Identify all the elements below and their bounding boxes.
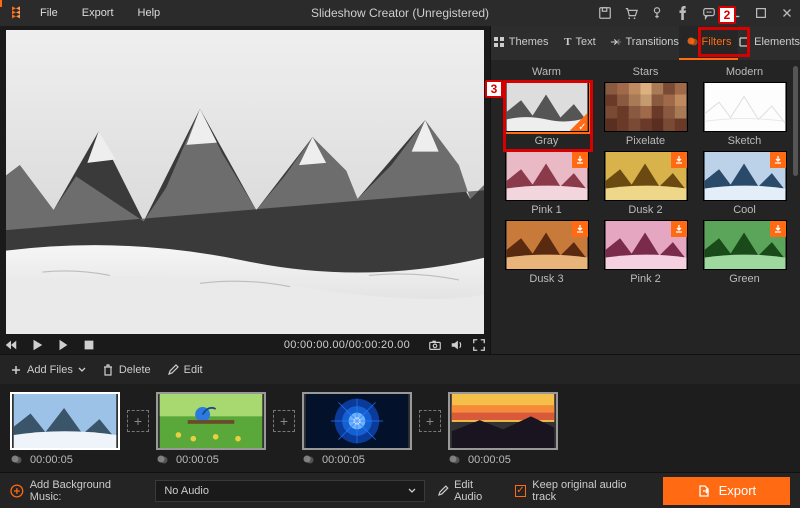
stop-icon[interactable] xyxy=(82,338,96,352)
filter-pink-2[interactable] xyxy=(604,220,688,270)
tab-themes[interactable]: Themes xyxy=(491,26,550,60)
filter-label: Green xyxy=(729,273,760,285)
app-logo-icon xyxy=(8,5,24,21)
key-icon[interactable] xyxy=(650,6,664,20)
keep-original-audio-checkbox[interactable]: ✓ Keep original audio track xyxy=(515,479,651,503)
timeline-clip[interactable]: 00:00:05 xyxy=(302,392,412,466)
filter-applied-icon xyxy=(156,454,168,466)
filter-label: Dusk 2 xyxy=(628,204,662,216)
filter-dusk-2[interactable] xyxy=(604,151,688,201)
callout-number-2: 2 xyxy=(718,6,736,24)
filter-applied-icon xyxy=(448,454,460,466)
timeline-clip[interactable]: 00:00:05 xyxy=(448,392,558,466)
filter-green[interactable] xyxy=(703,220,787,270)
callout-number-3: 3 xyxy=(485,80,503,98)
filter-gray[interactable] xyxy=(505,82,589,132)
timeline-clip[interactable]: 00:00:05 xyxy=(10,392,120,466)
rewind-icon[interactable] xyxy=(4,338,18,352)
close-icon[interactable] xyxy=(780,6,794,20)
timeline-clip[interactable]: 00:00:05 xyxy=(156,392,266,466)
side-panel: Themes TText Transitions Filters Element… xyxy=(490,26,800,354)
volume-icon[interactable] xyxy=(450,338,464,352)
facebook-icon[interactable] xyxy=(676,6,690,20)
window-title: Slideshow Creator (Unregistered) xyxy=(311,6,489,20)
filter-label: Modern xyxy=(701,66,788,78)
menu-help[interactable]: Help xyxy=(128,5,171,21)
audio-select[interactable]: No Audio xyxy=(155,480,425,502)
filter-label: Cool xyxy=(733,204,756,216)
filter-label: Stars xyxy=(602,66,689,78)
filter-label: Gray xyxy=(535,135,559,147)
chevron-down-icon xyxy=(408,487,416,495)
filter-label: Warm xyxy=(503,66,590,78)
main-menu: File Export Help xyxy=(30,5,170,21)
filter-pixelate[interactable] xyxy=(604,82,688,132)
filter-label: Pink 2 xyxy=(630,273,661,285)
tab-elements[interactable]: Elements xyxy=(738,26,800,60)
filter-dusk-3[interactable] xyxy=(505,220,589,270)
filter-cool[interactable] xyxy=(703,151,787,201)
filter-applied-icon xyxy=(10,454,22,466)
menu-file[interactable]: File xyxy=(30,5,68,21)
snapshot-icon[interactable] xyxy=(428,338,442,352)
play-icon[interactable] xyxy=(56,338,70,352)
filter-label: Sketch xyxy=(728,135,762,147)
timecode: 00:00:00.00/00:00:20.00 xyxy=(284,339,410,351)
filter-label: Pink 1 xyxy=(531,204,562,216)
feedback-icon[interactable] xyxy=(702,6,716,20)
filter-label: Dusk 3 xyxy=(529,273,563,285)
clip-duration: 00:00:05 xyxy=(176,454,219,466)
tab-filters[interactable]: Filters xyxy=(679,26,738,60)
transition-slot[interactable]: + xyxy=(126,392,150,450)
chevron-down-icon xyxy=(78,366,86,374)
clip-duration: 00:00:05 xyxy=(322,454,365,466)
tab-transitions[interactable]: Transitions xyxy=(610,26,679,60)
save-icon[interactable] xyxy=(598,6,612,20)
play-preview-icon[interactable] xyxy=(30,338,44,352)
timeline-toolbar: Add Files Delete Edit xyxy=(0,354,800,384)
tab-text[interactable]: TText xyxy=(550,26,609,60)
edit-button[interactable]: Edit xyxy=(167,364,203,376)
cart-icon[interactable] xyxy=(624,6,638,20)
player-controls: 00:00:00.00/00:00:20.00 xyxy=(0,334,490,354)
delete-button[interactable]: Delete xyxy=(102,364,151,376)
filter-label: Pixelate xyxy=(626,135,665,147)
preview-viewport[interactable] xyxy=(6,30,484,334)
menu-export[interactable]: Export xyxy=(72,5,124,21)
filter-pink-1[interactable] xyxy=(505,151,589,201)
clip-duration: 00:00:05 xyxy=(30,454,73,466)
add-files-button[interactable]: Add Files xyxy=(10,364,86,376)
maximize-icon[interactable] xyxy=(754,6,768,20)
transition-slot[interactable]: + xyxy=(272,392,296,450)
add-background-music-button[interactable]: Add Background Music: xyxy=(10,479,143,503)
title-bar: File Export Help Slideshow Creator (Unre… xyxy=(0,0,800,26)
filter-applied-icon xyxy=(302,454,314,466)
bottom-bar: Add Background Music: No Audio Edit Audi… xyxy=(0,472,800,508)
clip-duration: 00:00:05 xyxy=(468,454,511,466)
panel-scrollbar[interactable] xyxy=(793,66,798,176)
export-button[interactable]: Export xyxy=(663,477,790,505)
filter-sketch[interactable] xyxy=(703,82,787,132)
edit-audio-button[interactable]: Edit Audio xyxy=(437,479,502,503)
timeline: 00:00:05 + 00:00:05 + 00:00:05 + 00:00:0… xyxy=(0,384,800,472)
fullscreen-icon[interactable] xyxy=(472,338,486,352)
transition-slot[interactable]: + xyxy=(418,392,442,450)
